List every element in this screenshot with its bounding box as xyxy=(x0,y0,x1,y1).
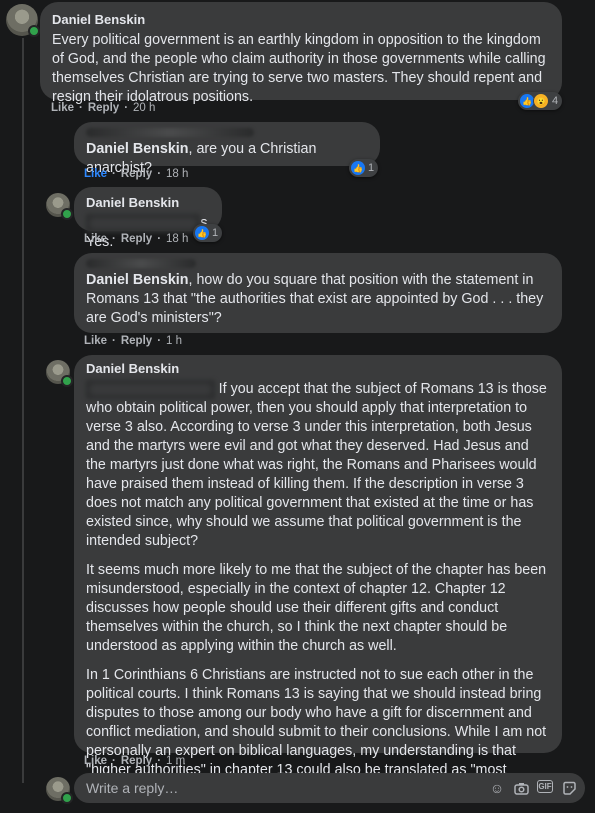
thread-line xyxy=(22,38,24,783)
comment-bubble: Daniel Benskin Every political governmen… xyxy=(40,2,562,105)
redacted-mention: xxxxxxxxxxxxxxxx xyxy=(86,214,201,233)
reply-button[interactable]: Reply xyxy=(88,102,119,114)
online-indicator xyxy=(61,792,73,804)
comment-actions: Like · Reply · 18 h xyxy=(84,233,189,245)
reaction-count: 1 xyxy=(212,227,219,239)
like-button[interactable]: Like xyxy=(51,102,74,114)
like-button[interactable]: Like xyxy=(84,755,107,767)
timestamp[interactable]: 1 m xyxy=(166,755,185,767)
reply-button[interactable]: Reply xyxy=(121,335,152,347)
online-indicator xyxy=(61,208,73,220)
timestamp[interactable]: 1 h xyxy=(166,335,182,347)
reply-button[interactable]: Reply xyxy=(121,233,152,245)
gif-icon[interactable]: GIF xyxy=(537,780,553,793)
redacted-author xyxy=(86,259,196,268)
reaction-summary[interactable]: 👍 😮 4 xyxy=(518,92,563,110)
reaction-count: 4 xyxy=(552,95,559,107)
comment-actions: Like · Reply · 18 h xyxy=(84,168,189,180)
camera-icon[interactable] xyxy=(513,780,529,796)
mention-link[interactable]: Daniel Benskin xyxy=(86,141,189,157)
like-button[interactable]: Like xyxy=(84,233,107,245)
comment-actions: Like · Reply · 1 m xyxy=(84,755,186,767)
reaction-summary[interactable]: 👍 1 xyxy=(349,159,379,177)
reply-button[interactable]: Reply xyxy=(121,755,152,767)
wow-reaction-icon: 😮 xyxy=(533,93,549,109)
reply-input[interactable] xyxy=(84,779,489,797)
comment-bubble: Daniel Benskin, how do you square that p… xyxy=(74,253,562,333)
comment-author[interactable]: Daniel Benskin xyxy=(52,10,550,29)
reply-button[interactable]: Reply xyxy=(121,168,152,180)
sticker-icon[interactable] xyxy=(561,780,577,796)
reply-composer: ☺ GIF xyxy=(74,773,585,803)
comment-author[interactable]: Daniel Benskin xyxy=(86,359,550,378)
comment-bubble: Daniel Benskin, are you a Christian anar… xyxy=(74,122,380,176)
redacted-author xyxy=(86,128,254,137)
online-indicator xyxy=(28,25,40,37)
comment-actions: Like · Reply · 1 h xyxy=(84,335,183,347)
like-reaction-icon: 👍 xyxy=(351,161,365,175)
like-reaction-icon: 👍 xyxy=(195,226,209,240)
online-indicator xyxy=(61,375,73,387)
composer-tools: ☺ GIF xyxy=(489,780,577,796)
like-button[interactable]: Like xyxy=(84,168,107,180)
comment-text: Every political government is an earthly… xyxy=(52,32,546,105)
comment-bubble: Daniel Benskin xxxxxxxxxxxxxxxxxx If you… xyxy=(74,355,562,797)
timestamp[interactable]: 20 h xyxy=(133,102,155,114)
like-reaction-icon: 👍 xyxy=(520,94,534,108)
reaction-summary[interactable]: 👍 1 xyxy=(193,224,223,242)
emoji-icon[interactable]: ☺ xyxy=(489,780,505,796)
comment-actions: Like · Reply · 20 h xyxy=(51,102,156,114)
comment-paragraph: xxxxxxxxxxxxxxxxxx If you accept that th… xyxy=(86,380,547,549)
reaction-count: 1 xyxy=(368,162,375,174)
timestamp[interactable]: 18 h xyxy=(166,168,188,180)
like-button[interactable]: Like xyxy=(84,335,107,347)
timestamp[interactable]: 18 h xyxy=(166,233,188,245)
redacted-mention: xxxxxxxxxxxxxxxxxx xyxy=(86,380,215,399)
comment-author[interactable]: Daniel Benskin xyxy=(86,193,210,212)
mention-link[interactable]: Daniel Benskin xyxy=(86,272,189,288)
comment-paragraph: It seems much more likely to me that the… xyxy=(86,562,547,654)
